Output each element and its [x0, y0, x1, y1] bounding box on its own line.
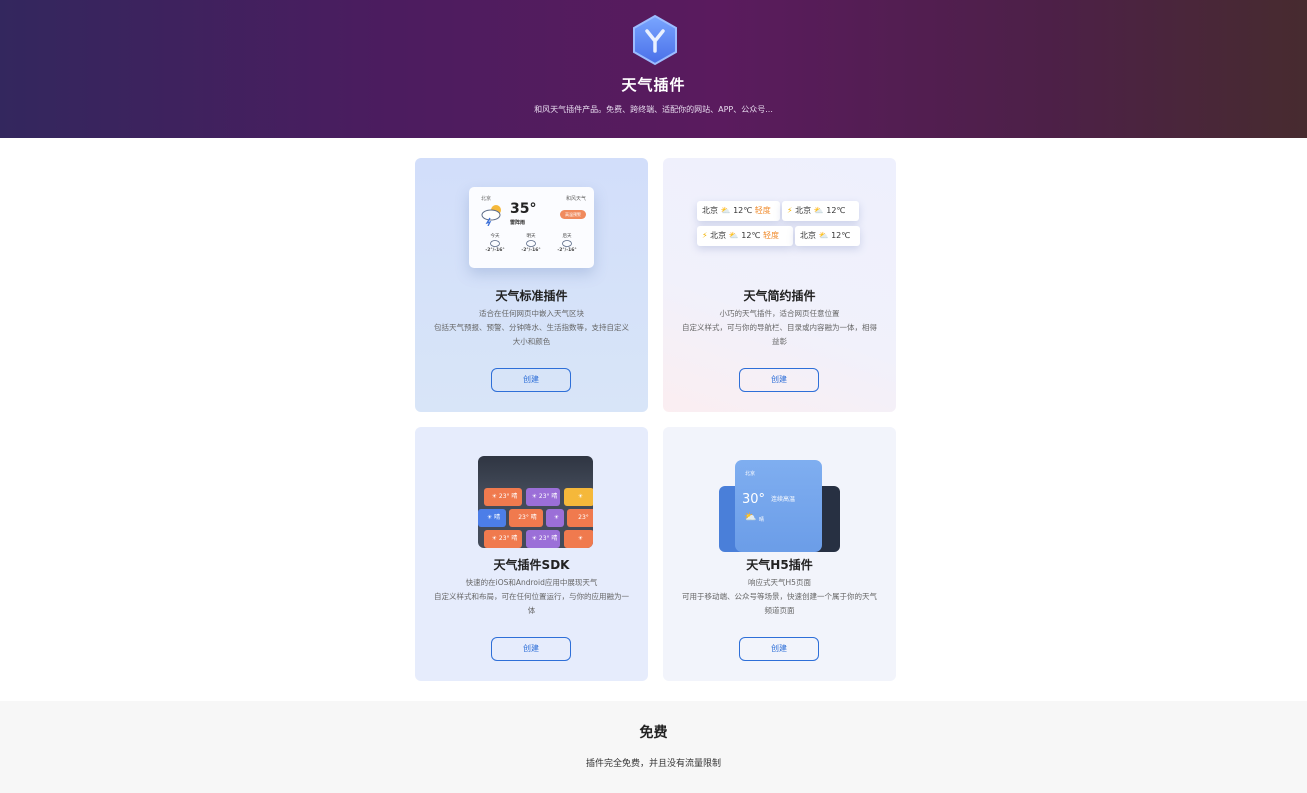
- sdk-plugin-preview: ☀ 23° 晴 ☀ 23° 晴 ☀ ☀ 晴 23° 晴 ☀ 23° ☀ 23° …: [478, 456, 593, 548]
- lightning-icon: ⚡: [702, 231, 708, 240]
- card-desc-line: 快速的在iOS和Android应用中展现天气: [465, 578, 598, 587]
- card-standard-plugin: 北京 和风天气 35° 雷阵雨 高温预警 今天 -2°/-16° 明天 -2°/…: [415, 158, 648, 412]
- card-description: 快速的在iOS和Android应用中展现天气 自定义样式和布局，可在任何位置运行…: [433, 576, 630, 618]
- preview-condition: 雷阵雨: [510, 220, 526, 226]
- preview-temperature: 35°: [510, 201, 537, 217]
- page-title: 天气插件: [621, 76, 686, 94]
- simple-chip: ⚡ 北京 ⛅ 12℃: [782, 201, 859, 221]
- card-title: 天气简约插件: [743, 289, 816, 303]
- create-simple-plugin-button[interactable]: 创建: [739, 368, 819, 392]
- sdk-tile: ☀ 23° 晴: [484, 488, 522, 506]
- sdk-tile: ☀ 23° 晴: [526, 488, 560, 506]
- sun-icon: ☀: [553, 514, 560, 521]
- cloud-icon: [562, 240, 572, 247]
- chip-city: 北京: [795, 206, 812, 215]
- preview-city: 北京: [481, 196, 492, 202]
- simple-chip: ⚡ 北京 ⛅ 12℃ 轻度: [697, 226, 793, 246]
- chip-city: 北京: [702, 206, 718, 215]
- sun-icon: ☀: [577, 535, 584, 542]
- card-description: 适合在任何网页中嵌入天气区块 包括天气预报、预警、分钟降水、生活指数等，支持自定…: [433, 307, 630, 349]
- h5-condition: 晴: [759, 517, 765, 523]
- sdk-tile: 23°: [567, 509, 593, 527]
- simple-chip: 北京 ⛅ 12℃ 轻度: [697, 201, 780, 221]
- card-h5-plugin: 北京 30° 连续高温 ⛅ 晴 天气H5插件 响应式天气H5页面 可用于移动端、…: [663, 427, 896, 681]
- create-h5-plugin-button[interactable]: 创建: [739, 637, 819, 661]
- sun-icon: ☀: [577, 493, 584, 500]
- chip-city: 北京: [800, 231, 816, 240]
- chip-aqi-tag: 轻度: [754, 206, 771, 215]
- forecast-day-name: 明天: [526, 234, 536, 239]
- card-desc-line: 自定义样式和布局，可在任何位置运行，与你的应用融为一体: [434, 592, 629, 615]
- forecast-day-range: -2°/-16°: [557, 248, 577, 253]
- card-desc-line: 包括天气预报、预警、分钟降水、生活指数等，支持自定义大小和颜色: [434, 323, 629, 346]
- h5-temperature: 30°: [742, 492, 766, 507]
- h5-headline: 连续高温: [771, 496, 796, 503]
- card-title: 天气插件SDK: [493, 558, 570, 572]
- hero-banner: 天气插件 和风天气插件产品。免费、跨终端、适配你的网站、APP、公众号...: [0, 0, 1307, 138]
- card-desc-line: 自定义样式，可与你的导航栏、目录或内容融为一体，相得益彰: [682, 323, 877, 346]
- chip-temp: 12℃: [826, 206, 846, 215]
- forecast-day-name: 后天: [562, 234, 572, 239]
- heat-warning-badge: 高温预警: [560, 210, 586, 219]
- chip-temp: 12℃: [741, 231, 761, 240]
- sdk-tile: ☀ 23° 晴: [484, 530, 522, 548]
- sdk-tile: ☀ 23° 晴: [526, 530, 560, 548]
- thunderstorm-icon: [481, 205, 501, 226]
- lightning-icon: ⚡: [787, 206, 793, 215]
- partly-cloudy-icon: ⛅: [720, 206, 731, 215]
- partly-cloudy-icon: ⛅: [813, 206, 824, 215]
- tile-text: 23° 晴: [498, 535, 518, 542]
- chip-temp: 12℃: [733, 206, 753, 215]
- page-subtitle: 和风天气插件产品。免费、跨终端、适配你的网站、APP、公众号...: [534, 105, 773, 114]
- tile-text: 23° 晴: [538, 535, 558, 542]
- card-description: 小巧的天气插件，适合网页任意位置 自定义样式，可与你的导航栏、目录或内容融为一体…: [681, 307, 878, 349]
- partly-cloudy-icon: ⛅: [728, 231, 739, 240]
- sdk-tile: ☀: [546, 509, 564, 527]
- chip-city: 北京: [710, 231, 727, 240]
- phone-mockup-front: 北京 30° 连续高温 ⛅ 晴: [735, 460, 822, 552]
- create-sdk-plugin-button[interactable]: 创建: [491, 637, 571, 661]
- standard-plugin-preview: 北京 和风天气 35° 雷阵雨 高温预警 今天 -2°/-16° 明天 -2°/…: [469, 187, 594, 268]
- card-desc-line: 响应式天气H5页面: [748, 578, 811, 587]
- simple-chip: 北京 ⛅ 12℃: [795, 226, 860, 246]
- cloud-rain-icon: [490, 240, 500, 247]
- free-title: 免费: [639, 725, 668, 741]
- tile-text: 23° 晴: [538, 493, 558, 500]
- partly-cloudy-icon: ⛅: [744, 512, 757, 523]
- partly-cloudy-icon: ⛅: [818, 231, 829, 240]
- sdk-tile: ☀: [564, 488, 593, 506]
- sdk-tile: ☀ 晴: [478, 509, 506, 527]
- forecast-day-range: -2°/-16°: [521, 248, 541, 253]
- sun-icon: ☀: [531, 493, 539, 500]
- sdk-tile: ☀: [564, 530, 593, 548]
- chip-aqi-tag: 轻度: [762, 231, 779, 240]
- preview-brand: 和风天气: [565, 196, 586, 202]
- tile-text: 23° 晴: [518, 514, 537, 521]
- free-section: 免费 插件完全免费，并且没有流量限制: [0, 701, 1307, 793]
- card-desc-line: 小巧的天气插件，适合网页任意位置: [719, 309, 840, 318]
- sun-icon: ☀: [531, 535, 539, 542]
- h5-city: 北京: [745, 471, 756, 477]
- tile-text: 23° 晴: [498, 493, 518, 500]
- cloud-icon: [526, 240, 536, 247]
- free-description: 插件完全免费，并且没有流量限制: [585, 759, 721, 769]
- card-title: 天气标准插件: [495, 289, 568, 303]
- sdk-tile: 23° 晴: [509, 509, 543, 527]
- card-desc-line: 适合在任何网页中嵌入天气区块: [479, 309, 584, 318]
- sun-icon: ☀: [491, 535, 499, 542]
- card-description: 响应式天气H5页面 可用于移动端、公众号等场景，快速创建一个属于你的天气频道页面: [681, 576, 878, 618]
- create-standard-plugin-button[interactable]: 创建: [491, 368, 571, 392]
- forecast-day-range: -2°/-16°: [485, 248, 505, 253]
- sun-icon: ☀: [491, 493, 499, 500]
- weather-plugin-logo-icon: [633, 14, 677, 66]
- card-simple-plugin: 北京 ⛅ 12℃ 轻度 ⚡ 北京 ⛅ 12℃ ⚡ 北京 ⛅ 12℃ 轻度 北京 …: [663, 158, 896, 412]
- chip-temp: 12℃: [831, 231, 851, 240]
- card-desc-line: 可用于移动端、公众号等场景，快速创建一个属于你的天气频道页面: [682, 592, 877, 615]
- sun-icon: ☀: [486, 514, 495, 521]
- card-title: 天气H5插件: [746, 558, 813, 572]
- forecast-day-name: 今天: [490, 234, 500, 239]
- card-sdk-plugin: ☀ 23° 晴 ☀ 23° 晴 ☀ ☀ 晴 23° 晴 ☀ 23° ☀ 23° …: [415, 427, 648, 681]
